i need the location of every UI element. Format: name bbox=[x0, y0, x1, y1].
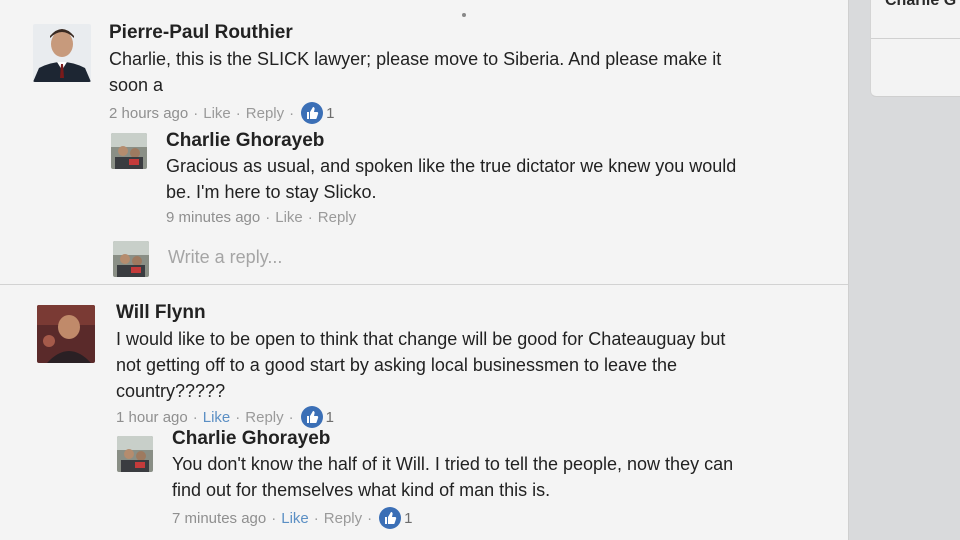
reply-2: Charlie Ghorayeb You don't know the half… bbox=[172, 428, 733, 529]
comment-author[interactable]: Will Flynn bbox=[116, 302, 725, 324]
comment-text-line: find out for themselves what kind of man… bbox=[172, 480, 551, 500]
avatar-charlie[interactable] bbox=[111, 133, 147, 169]
comment-author[interactable]: Charlie Ghorayeb bbox=[172, 428, 733, 450]
divider bbox=[871, 38, 960, 39]
comment-text-line: Charlie, this is the SLICK lawyer; pleas… bbox=[109, 49, 722, 69]
man-photo-avatar-icon bbox=[37, 305, 95, 363]
like-count: 1 bbox=[325, 408, 334, 426]
reply-link[interactable]: Reply bbox=[324, 510, 362, 527]
reply-input[interactable]: Write a reply... bbox=[168, 247, 282, 268]
thumbs-up-icon[interactable] bbox=[379, 507, 402, 529]
comment-text-line: be. I'm here to stay Slicko. bbox=[166, 182, 377, 202]
comment-time[interactable]: 7 minutes ago bbox=[172, 510, 266, 527]
reply-link[interactable]: Reply bbox=[245, 409, 283, 426]
reply-link[interactable]: Reply bbox=[318, 209, 356, 226]
like-count: 1 bbox=[326, 104, 335, 122]
thumbs-up-icon[interactable] bbox=[301, 102, 324, 124]
comment-1: Pierre-Paul Routhier Charlie, this is th… bbox=[109, 22, 721, 124]
comment-text-line: country????? bbox=[116, 381, 226, 401]
group-photo-avatar-icon bbox=[117, 436, 153, 472]
like-count: 1 bbox=[404, 509, 413, 527]
like-link[interactable]: Like bbox=[275, 209, 303, 226]
comment-author[interactable]: Pierre-Paul Routhier bbox=[109, 22, 721, 44]
avatar-will-flynn[interactable] bbox=[37, 305, 95, 363]
comment-author[interactable]: Charlie Ghorayeb bbox=[166, 130, 736, 152]
comment-text-line: I would like to be open to think that ch… bbox=[116, 329, 726, 349]
comments-feed: Pierre-Paul Routhier Charlie, this is th… bbox=[0, 0, 849, 540]
reply-1: Charlie Ghorayeb Gracious as usual, and … bbox=[166, 130, 737, 226]
group-photo-avatar-icon bbox=[113, 241, 149, 277]
right-panel-card: Charlie G bbox=[870, 0, 960, 97]
comment-text-line: soon a bbox=[109, 75, 164, 95]
avatar-pierre-paul[interactable] bbox=[33, 24, 91, 82]
comment-text-line: Gracious as usual, and spoken like the t… bbox=[166, 156, 737, 176]
comment-text-line: You don't know the half of it Will. I tr… bbox=[172, 454, 734, 474]
comment-time[interactable]: 2 hours ago bbox=[109, 105, 188, 122]
speck bbox=[462, 13, 466, 17]
man-in-suit-avatar-icon bbox=[33, 24, 91, 82]
avatar-charlie[interactable] bbox=[117, 436, 153, 472]
group-photo-avatar-icon bbox=[111, 133, 147, 169]
comment-text-line: not getting off to a good start by askin… bbox=[116, 355, 678, 375]
like-link[interactable]: Like bbox=[203, 409, 231, 426]
divider bbox=[0, 284, 848, 285]
comment-2: Will Flynn I would like to be open to th… bbox=[116, 302, 725, 428]
thumbs-up-icon[interactable] bbox=[300, 406, 323, 428]
comment-time[interactable]: 1 hour ago bbox=[116, 409, 188, 426]
like-link[interactable]: Like bbox=[203, 105, 231, 122]
comment-time[interactable]: 9 minutes ago bbox=[166, 209, 260, 226]
right-panel-name[interactable]: Charlie G bbox=[885, 0, 956, 10]
avatar-current-user bbox=[113, 241, 149, 277]
like-link[interactable]: Like bbox=[281, 510, 309, 527]
reply-link[interactable]: Reply bbox=[246, 105, 284, 122]
